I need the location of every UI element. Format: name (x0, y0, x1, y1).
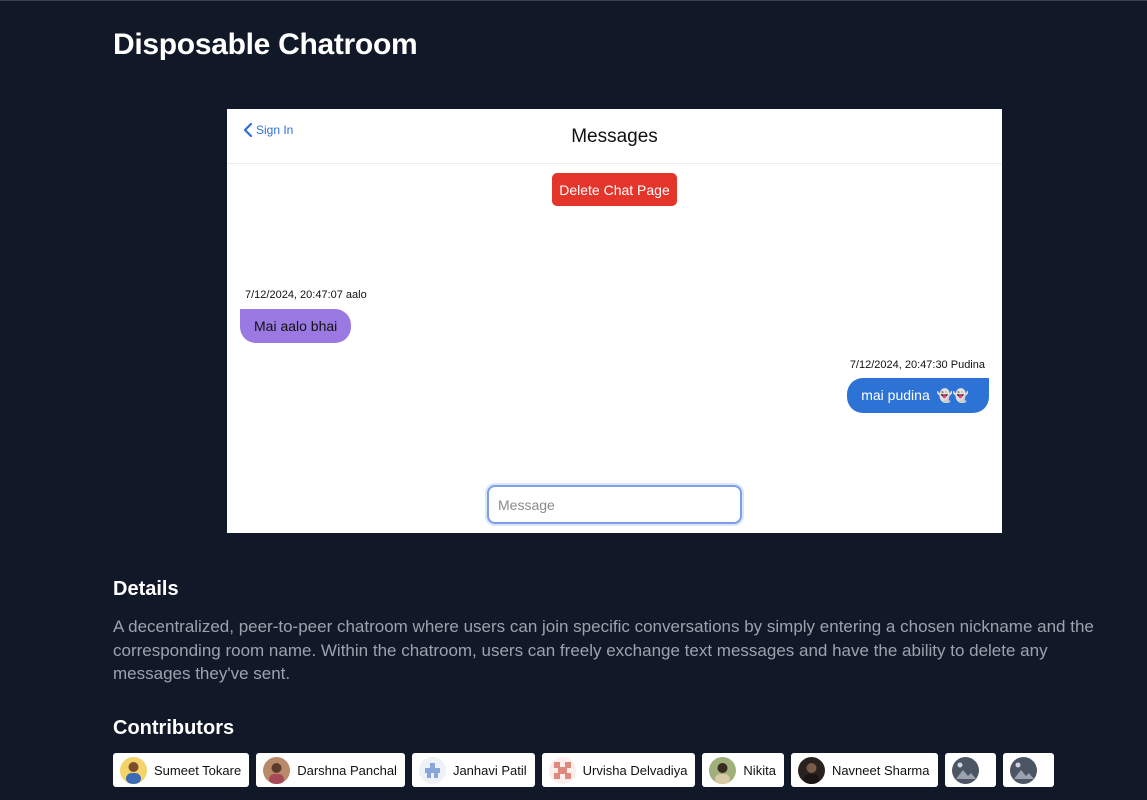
message-bubble-received: Mai aalo bhai (240, 309, 352, 343)
contributor-chip[interactable]: Urvisha Delvadiya (541, 753, 696, 787)
contributor-name: Urvisha Delvadiya (582, 762, 688, 778)
contributor-name: Darshna Panchal (297, 762, 397, 778)
contributor-chip[interactable] (944, 753, 996, 787)
message-meta: 7/12/2024, 20:47:07 aalo (245, 289, 367, 301)
details-description: A decentralized, peer-to-peer chatroom w… (113, 617, 1094, 683)
contributor-chip[interactable] (1002, 753, 1054, 787)
broken-image-icon (951, 756, 979, 784)
ghost-emoji-icon: 👻👻 (936, 388, 969, 403)
messages-header: Sign In Messages (227, 109, 1002, 164)
message-input[interactable] (487, 485, 742, 524)
contributors-list: Sumeet Tokare Darshna Panchal Janhavi Pa… (113, 753, 1054, 787)
contributor-chip[interactable]: Navneet Sharma (790, 753, 938, 787)
avatar (797, 756, 825, 784)
message-text: mai pudina (861, 387, 930, 403)
top-divider (0, 0, 1147, 1)
contributor-chip[interactable]: Janhavi Patil (411, 753, 535, 787)
contributors-heading: Contributors (113, 717, 235, 739)
contributor-chip[interactable]: Nikita (702, 753, 784, 787)
contributor-name: Janhavi Patil (452, 762, 527, 778)
message-meta: 7/12/2024, 20:47:30 Pudina (849, 359, 985, 371)
contributor-chip[interactable]: Sumeet Tokare (113, 753, 250, 787)
avatar (120, 756, 147, 784)
contributor-name: Sumeet Tokare (154, 762, 242, 778)
delete-chat-page-button[interactable]: Delete Chat Page (552, 173, 677, 206)
details-heading: Details (113, 578, 179, 600)
identicon-avatar (548, 756, 576, 784)
avatar (709, 756, 737, 784)
app-screenshot: Sign In Messages Delete Chat Page 7/12/2… (227, 109, 1002, 533)
contributor-chip[interactable]: Darshna Panchal (256, 753, 405, 787)
broken-image-icon (1009, 756, 1037, 784)
contributor-name: Navneet Sharma (831, 762, 930, 778)
identicon-avatar (418, 756, 446, 784)
message-bubble-sent: mai pudina 👻👻 (847, 378, 989, 413)
contributor-name: Nikita (743, 762, 776, 778)
messages-title: Messages (571, 126, 658, 147)
avatar (263, 756, 291, 784)
page-title: Disposable Chatroom (113, 28, 418, 61)
